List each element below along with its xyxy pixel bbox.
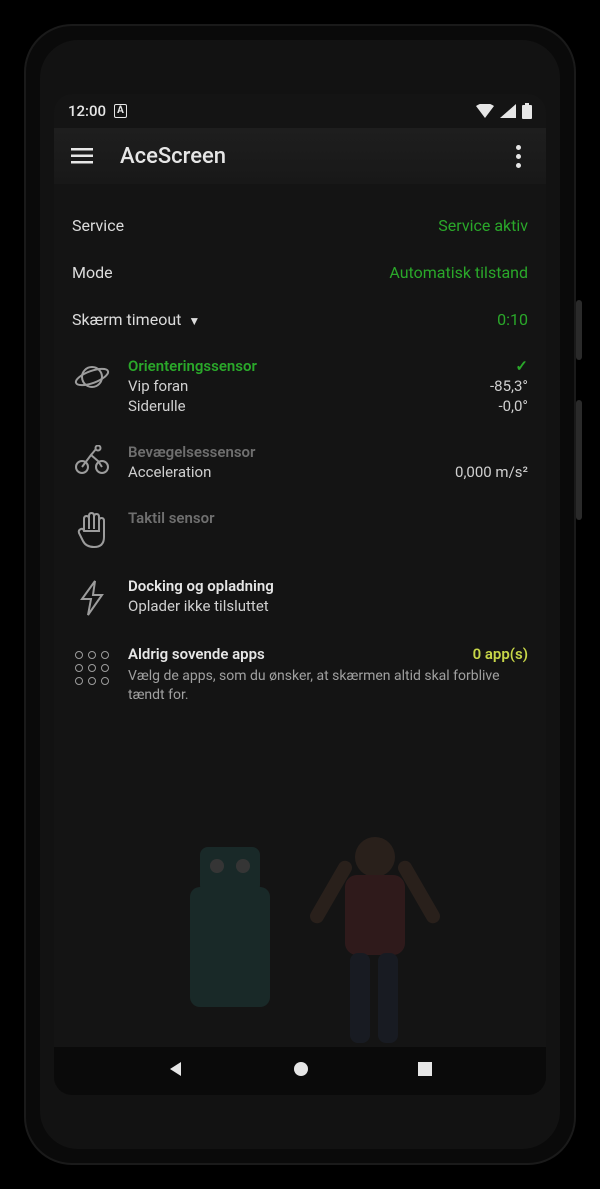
content: Service Service aktiv Mode Automatisk ti… [54,184,546,1047]
background-illustration [54,757,546,1047]
motion-sensor-block[interactable]: Bevægelsessensor Acceleration 0,000 m/s² [72,429,528,495]
motion-title: Bevægelsessensor [128,443,255,461]
app-title: AceScreen [120,144,480,169]
navigation-bar [54,1047,546,1095]
apps-count: 0 app(s) [473,645,528,663]
pitch-label: Vip foran [128,377,188,395]
status-time: 12:00 [68,102,106,120]
lightning-icon [72,577,112,617]
circle-home-icon [292,1060,310,1078]
tactile-sensor-block[interactable]: Taktil sensor [72,495,528,563]
nav-recent-button[interactable] [417,1061,433,1081]
orientation-title: Orienteringssensor [128,357,257,375]
docking-block[interactable]: Docking og opladning Oplader ikke tilslu… [72,563,528,631]
apps-sub: Vælg de apps, som du ønsker, at skærmen … [128,663,528,705]
overflow-menu-button[interactable] [498,136,538,176]
accel-value: 0,000 m/s² [455,463,528,481]
service-value: Service aktiv [438,216,528,235]
keyboard-lang-icon: A [114,104,127,118]
cellular-icon [500,104,516,118]
app-bar: AceScreen [54,128,546,184]
wifi-icon [476,104,494,118]
docking-sub: Oplader ikke tilsluttet [128,597,269,615]
apps-grid-icon [72,645,112,705]
service-row[interactable]: Service Service aktiv [72,202,528,249]
timeout-label: Skærm timeout ▼ [72,310,200,329]
mode-value: Automatisk tilstand [389,263,528,282]
phone-frame: 12:00 A AceScreen [24,24,576,1165]
hamburger-menu-button[interactable] [62,136,102,176]
tactile-title: Taktil sensor [128,509,214,527]
pitch-value: -85,3° [490,377,528,395]
hand-icon [72,509,112,549]
mode-row[interactable]: Mode Automatisk tilstand [72,249,528,296]
timeout-value: 0:10 [497,310,528,329]
check-icon: ✓ [515,357,528,375]
roll-label: Siderulle [128,397,186,415]
cyclist-icon [72,443,112,481]
battery-icon [522,103,532,119]
kebab-icon [516,145,521,168]
mode-label: Mode [72,263,113,282]
nav-home-button[interactable] [292,1060,310,1082]
app-screen: 12:00 A AceScreen [54,94,546,1095]
timeout-row[interactable]: Skærm timeout ▼ 0:10 [72,296,528,343]
chevron-down-icon: ▼ [185,314,200,328]
hamburger-icon [71,148,93,164]
accel-label: Acceleration [128,463,211,481]
docking-title: Docking og opladning [128,577,274,595]
roll-value: -0,0° [498,397,528,415]
planet-icon [72,357,112,415]
never-sleep-apps-block[interactable]: Aldrig sovende apps 0 app(s) Vælg de app… [72,631,528,719]
status-bar: 12:00 A [54,94,546,128]
triangle-back-icon [167,1060,185,1078]
apps-title: Aldrig sovende apps [128,645,265,663]
service-label: Service [72,216,124,235]
nav-back-button[interactable] [167,1060,185,1082]
orientation-sensor-block[interactable]: Orienteringssensor ✓ Vip foran -85,3° Si… [72,343,528,429]
square-recent-icon [417,1061,433,1077]
